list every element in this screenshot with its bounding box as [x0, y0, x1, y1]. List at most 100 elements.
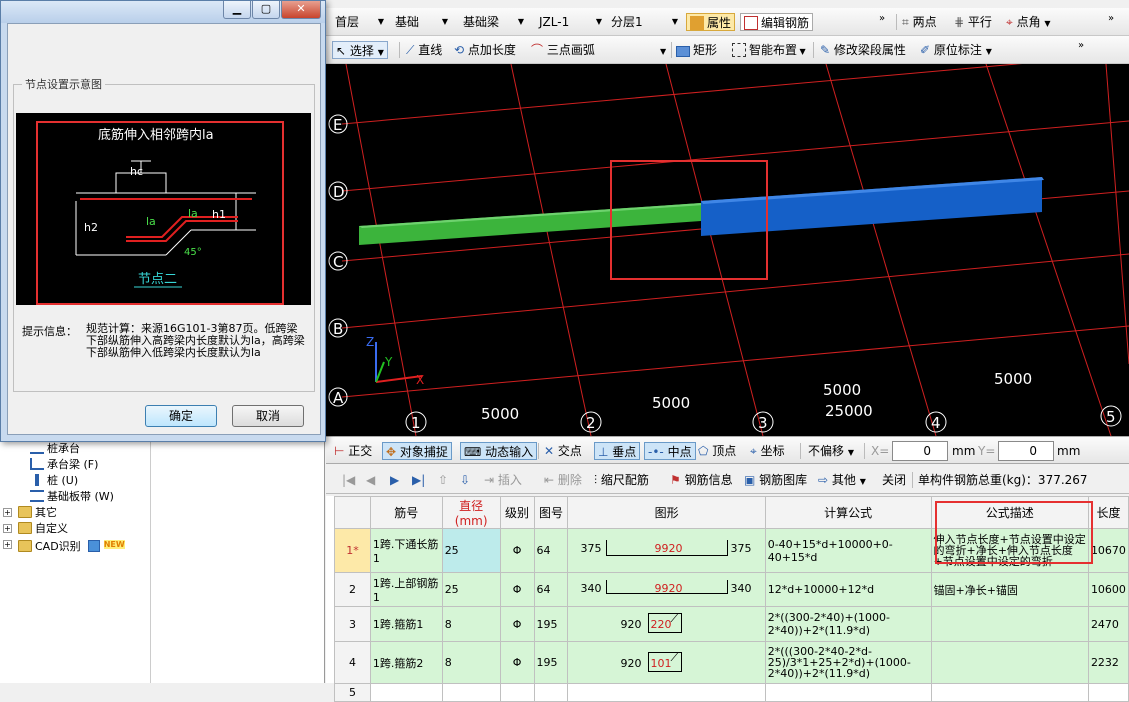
minimize-button[interactable]: ▁: [223, 1, 251, 19]
ortho-toggle[interactable]: ⊢ 正交: [334, 442, 372, 460]
floor-select[interactable]: 首层 ▼: [326, 12, 388, 32]
table-row[interactable]: 3 1跨.箍筋1 8 Φ 195 920 220 ⟋ 2*((300-2*40)…: [334, 606, 1129, 642]
toolbar-overflow-chevron-2[interactable]: »: [1108, 10, 1114, 28]
row-number[interactable]: 2: [334, 572, 371, 607]
scale-rebar-button[interactable]: ⫶ 缩尺配筋: [594, 471, 649, 489]
dynamic-input-toggle[interactable]: ⌨ 动态输入: [460, 442, 538, 460]
line-button[interactable]: ⟋ 直线: [406, 41, 442, 59]
cell-diameter[interactable]: 25: [441, 572, 501, 607]
cell-bar-name[interactable]: 1跨.上部钢筋1: [369, 572, 443, 607]
offset-select[interactable]: 不偏移 ▼: [808, 442, 854, 460]
cell-shape[interactable]: 340 9920 340: [567, 572, 766, 607]
inplace-annotation-button[interactable]: ✐ 原位标注 ▼: [920, 41, 992, 59]
object-snap-toggle[interactable]: ✥ 对象捕捉: [382, 442, 452, 460]
drawing-view[interactable]: E D C B A 1 2 3 4 5 5000 5000 5000 5000 …: [326, 64, 1129, 436]
expand-other-toggle[interactable]: +: [3, 508, 12, 517]
cell-bar-name[interactable]: 1跨.箍筋2: [369, 641, 443, 684]
header-bar-no[interactable]: 筋号: [369, 496, 443, 529]
perpendicular-snap[interactable]: ⊥ 垂点: [594, 442, 641, 460]
cell-length[interactable]: 10600: [1087, 572, 1129, 607]
close-window-button[interactable]: ✕: [281, 1, 321, 19]
point-length-button[interactable]: ⟲ 点加长度: [454, 41, 516, 59]
ok-button[interactable]: 确定: [145, 405, 217, 427]
cell-formula[interactable]: 2*(((300-2*40-2*d-25)/3*1+25+2*d)+(1000-…: [764, 641, 932, 684]
cell-length[interactable]: 10670: [1087, 528, 1129, 573]
insert-button[interactable]: ⇥ 插入: [484, 471, 522, 489]
smart-layout-button[interactable]: 智能布置 ▼: [732, 41, 806, 59]
table-row[interactable]: 2 1跨.上部钢筋1 25 Φ 64 340 9920 340 12*d+100…: [334, 572, 1129, 607]
cell-formula[interactable]: 2*((300-2*40)+(1000-2*40))+2*(11.9*d): [764, 606, 932, 642]
tree-item-pile-cap[interactable]: 桩承台: [30, 441, 80, 457]
coordinate-snap[interactable]: ⌖ 坐标: [750, 442, 785, 460]
header-formula[interactable]: 计算公式: [764, 496, 932, 529]
layer-select[interactable]: 分层1 ▼: [602, 12, 682, 32]
cell-formula[interactable]: 0-40+15*d+10000+0-40+15*d: [764, 528, 932, 573]
prev-record-button[interactable]: ◀: [366, 471, 375, 489]
move-up-button[interactable]: ⇧: [438, 471, 448, 489]
draw-mode-dropdown[interactable]: ▼: [660, 41, 666, 59]
cell-formula-desc[interactable]: [930, 606, 1089, 642]
tree-folder-other[interactable]: 其它: [18, 505, 57, 521]
cell-figure-no[interactable]: 64: [533, 572, 569, 607]
cell-shape[interactable]: 375 9920 375: [567, 528, 766, 573]
cell-length[interactable]: 2232: [1087, 641, 1129, 684]
rebar-info-button[interactable]: ⚑ 钢筋信息: [670, 471, 733, 489]
cell-figure-no[interactable]: 195: [533, 641, 569, 684]
cell-diameter[interactable]: 25: [441, 528, 501, 573]
parallel-button[interactable]: ⋕ 平行: [954, 13, 992, 31]
vertex-snap[interactable]: ⬠ 顶点: [698, 442, 736, 460]
cell-diameter[interactable]: 8: [441, 606, 501, 642]
maximize-button[interactable]: ▢: [252, 1, 280, 19]
select-button[interactable]: ↖ 选择 ▼: [332, 41, 388, 59]
tree-item-cap-beam[interactable]: 承台梁 (F): [30, 457, 98, 473]
rebar-library-button[interactable]: ▣ 钢筋图库: [744, 471, 807, 489]
cell-length[interactable]: 2470: [1087, 606, 1129, 642]
row-number[interactable]: 5: [334, 683, 371, 702]
point-angle-button[interactable]: ⌖ 点角 ▼: [1006, 13, 1051, 31]
edit-rebar-button[interactable]: 编辑钢筋: [740, 13, 814, 31]
last-record-button[interactable]: ▶|: [412, 471, 425, 489]
row-number[interactable]: 4: [334, 641, 371, 684]
cancel-button[interactable]: 取消: [232, 405, 304, 427]
arc-button[interactable]: ⌒ 三点画弧: [531, 41, 595, 59]
type-select[interactable]: 基础梁 ▼: [454, 12, 528, 32]
expand-cad-toggle[interactable]: +: [3, 540, 12, 549]
y-input[interactable]: 0: [998, 441, 1054, 461]
cell-figure-no[interactable]: 195: [533, 606, 569, 642]
header-shape[interactable]: 图形: [567, 496, 766, 529]
midpoint-snap[interactable]: -•- 中点: [644, 442, 696, 460]
cell-formula-desc[interactable]: [930, 641, 1089, 684]
cell-grade[interactable]: Φ: [499, 641, 535, 684]
cell-formula-desc[interactable]: 锚固+净长+锚固: [930, 572, 1089, 607]
cell-grade[interactable]: Φ: [499, 606, 535, 642]
header-diameter[interactable]: 直径(mm): [441, 496, 501, 529]
row-number[interactable]: 3: [334, 606, 371, 642]
delete-button[interactable]: ⇤ 删除: [544, 471, 582, 489]
cell-grade[interactable]: Φ: [499, 528, 535, 573]
properties-button[interactable]: 属性: [686, 13, 736, 31]
tree-folder-custom[interactable]: 自定义: [18, 521, 68, 537]
other-button[interactable]: ⇨ 其他 ▼: [818, 471, 866, 489]
cell-grade[interactable]: Φ: [499, 572, 535, 607]
table-row[interactable]: 4 1跨.箍筋2 8 Φ 195 920 101 ⟋ 2*(((300-2*40…: [334, 641, 1129, 684]
row-number[interactable]: 1*: [334, 528, 371, 573]
cell-bar-name[interactable]: 1跨.箍筋1: [369, 606, 443, 642]
rect-button[interactable]: 矩形: [676, 41, 717, 59]
two-points-button[interactable]: ⌗ 两点: [902, 13, 937, 31]
header-length[interactable]: 长度: [1087, 496, 1129, 529]
drawing-canvas[interactable]: E D C B A 1 2 3 4 5 5000 5000 5000 5000 …: [326, 64, 1129, 436]
x-input[interactable]: 0: [892, 441, 948, 461]
toolbar-overflow-chevron-3[interactable]: »: [1078, 37, 1084, 55]
modify-span-button[interactable]: ✎ 修改梁段属性: [820, 41, 906, 59]
move-down-button[interactable]: ⇩: [460, 471, 470, 489]
tree-item-foundation-strip[interactable]: 基础板带 (W): [30, 489, 114, 505]
expand-custom-toggle[interactable]: +: [3, 524, 12, 533]
element-select[interactable]: JZL-1 ▼: [530, 12, 606, 32]
cell-diameter[interactable]: 8: [441, 641, 501, 684]
beam-blue[interactable]: [701, 177, 1042, 236]
table-row[interactable]: 5: [334, 683, 1129, 702]
tree-item-pile[interactable]: 桩 (U): [30, 473, 78, 489]
first-record-button[interactable]: |◀: [342, 471, 355, 489]
toolbar-overflow-chevron[interactable]: »: [879, 10, 885, 28]
tree-folder-cad[interactable]: CAD识别 NEW: [18, 537, 125, 553]
